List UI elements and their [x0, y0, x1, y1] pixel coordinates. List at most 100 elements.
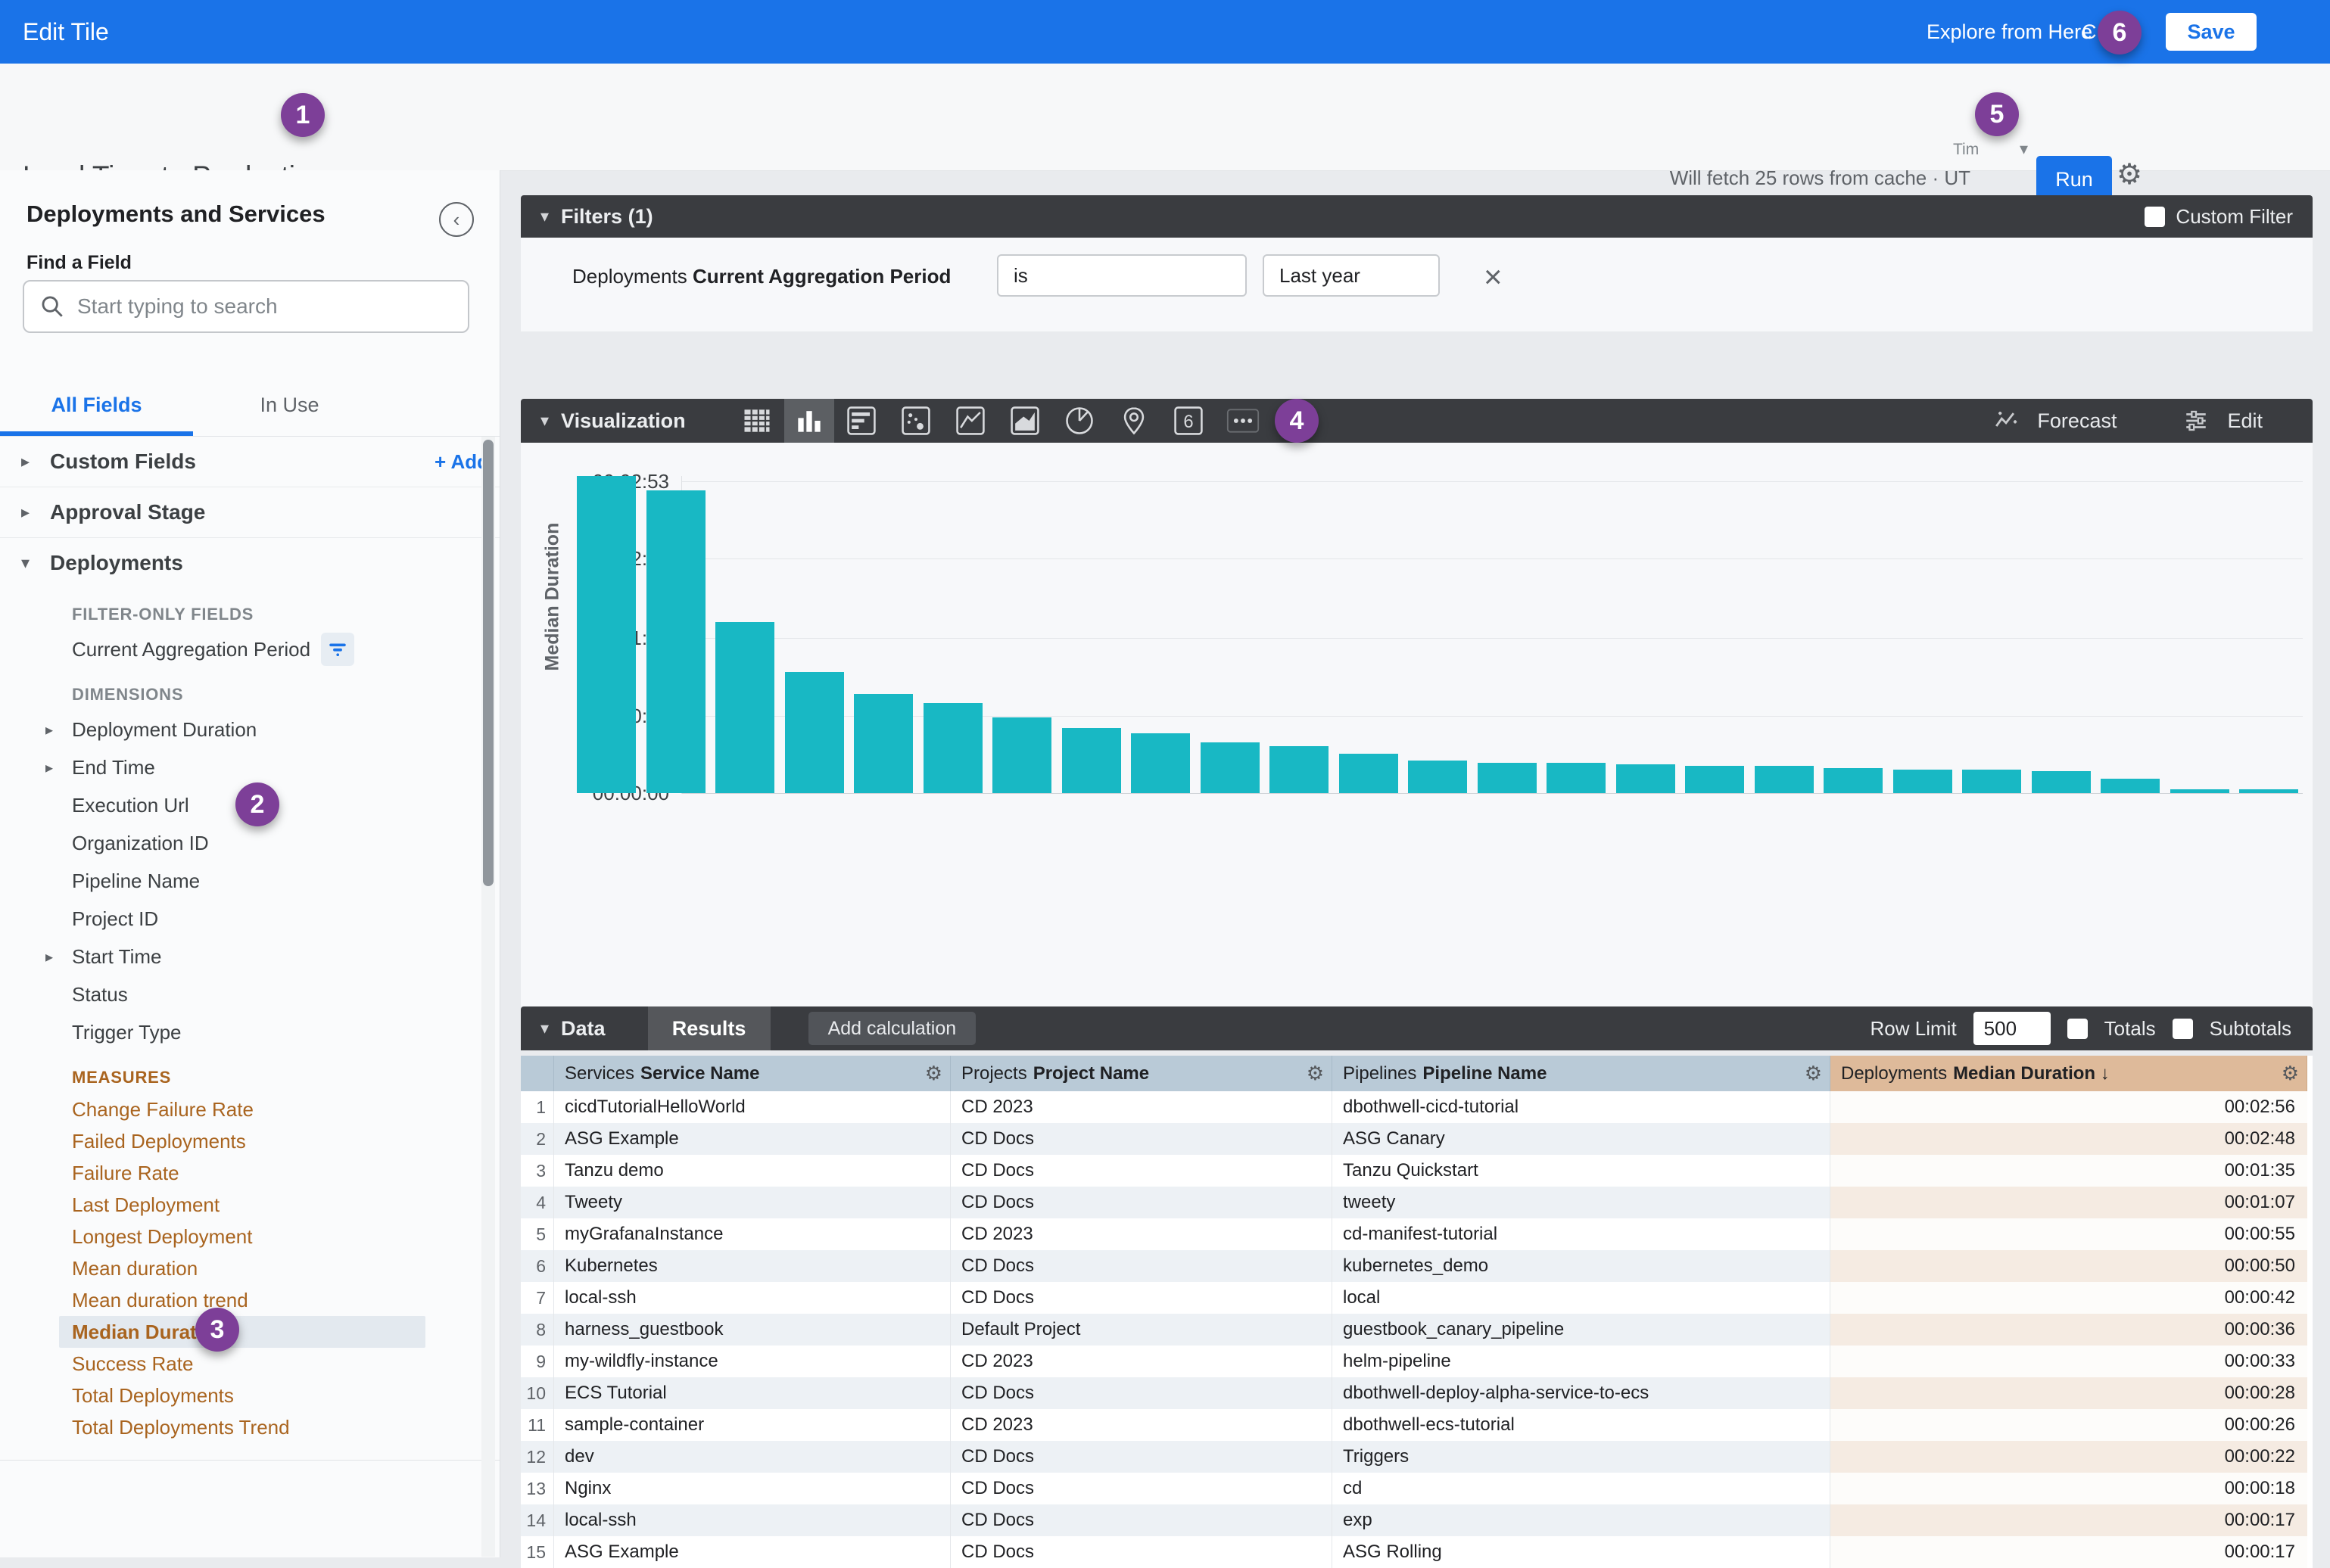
- scrollbar-thumb[interactable]: [483, 440, 494, 886]
- sidebar-scrollbar[interactable]: [481, 437, 495, 1557]
- chart-bar[interactable]: [2170, 789, 2229, 793]
- tab-in-use[interactable]: In Use: [193, 375, 386, 435]
- viz-type-area-icon[interactable]: [998, 399, 1052, 443]
- chart-bar[interactable]: [2101, 779, 2160, 793]
- subtotals-checkbox[interactable]: [2173, 1019, 2193, 1039]
- sidebar-measure-total-deployments[interactable]: Total Deployments: [59, 1380, 425, 1411]
- sidebar-measure-mean-duration[interactable]: Mean duration: [59, 1252, 425, 1284]
- sidebar-dimension-pipeline-name[interactable]: Pipeline Name: [0, 862, 500, 900]
- chart-bar[interactable]: [1685, 766, 1744, 793]
- search-input[interactable]: [76, 294, 442, 319]
- filter-by-field-button[interactable]: [321, 633, 354, 666]
- viz-edit-button[interactable]: Edit: [2227, 409, 2263, 433]
- chart-bar[interactable]: [577, 476, 636, 793]
- sidebar-dimension-organization-id[interactable]: Organization ID: [0, 824, 500, 862]
- chart-bar[interactable]: [715, 622, 774, 793]
- sidebar-measure-total-deployments-trend[interactable]: Total Deployments Trend: [59, 1411, 425, 1443]
- viz-type-pie-icon[interactable]: [1052, 399, 1107, 443]
- table-row[interactable]: 12devCD DocsTriggers00:00:22: [521, 1441, 2313, 1473]
- viz-type-single-value-icon[interactable]: 6: [1161, 399, 1216, 443]
- explore-from-here-link[interactable]: Explore from Here: [1927, 20, 2092, 44]
- column-gear-icon[interactable]: ⚙: [925, 1062, 942, 1085]
- sidebar-dimension-trigger-type[interactable]: Trigger Type: [0, 1013, 500, 1051]
- chart-bar[interactable]: [854, 694, 913, 793]
- group-deployments[interactable]: ▾ Deployments 2: [0, 538, 500, 588]
- tab-all-fields[interactable]: All Fields: [0, 375, 193, 435]
- column-header-project-name[interactable]: ProjectsProject Name⚙: [951, 1056, 1332, 1091]
- sidebar-dimension-deployment-duration[interactable]: ▸Deployment Duration: [0, 711, 500, 748]
- table-row[interactable]: 10ECS TutorialCD Docsdbothwell-deploy-al…: [521, 1377, 2313, 1409]
- query-settings-gear-icon[interactable]: ⚙: [2117, 157, 2142, 191]
- sidebar-field-current-aggregation-period[interactable]: Current Aggregation Period: [0, 630, 500, 668]
- sidebar-dimension-status[interactable]: Status: [0, 975, 500, 1013]
- column-gear-icon[interactable]: ⚙: [1307, 1062, 1324, 1085]
- viz-type-bar-icon[interactable]: [834, 399, 889, 443]
- chart-bar[interactable]: [1062, 728, 1121, 793]
- sidebar-dimension-project-id[interactable]: Project ID: [0, 900, 500, 938]
- sidebar-measure-last-deployment[interactable]: Last Deployment: [59, 1189, 425, 1221]
- column-header-median-duration[interactable]: DeploymentsMedian Duration ↓⚙: [1830, 1056, 2307, 1091]
- table-row[interactable]: 7local-sshCD Docslocal00:00:42: [521, 1282, 2313, 1314]
- chart-bar[interactable]: [1131, 733, 1190, 793]
- chart-bar[interactable]: [1408, 761, 1467, 793]
- sidebar-measure-change-failure-rate[interactable]: Change Failure Rate: [59, 1094, 425, 1125]
- chart-bar[interactable]: [992, 717, 1051, 793]
- table-row[interactable]: 1cicdTutorialHelloWorldCD 2023dbothwell-…: [521, 1091, 2313, 1123]
- table-row[interactable]: 13NginxCD Docscd00:00:18: [521, 1473, 2313, 1504]
- sidebar-dimension-start-time[interactable]: ▸Start Time: [0, 938, 500, 975]
- chart-bar[interactable]: [1893, 770, 1952, 793]
- cancel-button-partial[interactable]: C: [2082, 20, 2097, 44]
- table-row[interactable]: 15ASG ExampleCD DocsASG Rolling00:00:17: [521, 1536, 2313, 1568]
- viz-type-line-icon[interactable]: [943, 399, 998, 443]
- sidebar-measure-longest-deployment[interactable]: Longest Deployment: [59, 1221, 425, 1252]
- add-calculation-button[interactable]: Add calculation: [808, 1012, 977, 1045]
- column-header-pipeline-name[interactable]: PipelinesPipeline Name⚙: [1332, 1056, 1830, 1091]
- column-gear-icon[interactable]: ⚙: [1805, 1062, 1822, 1085]
- chart-bar[interactable]: [1547, 763, 1606, 793]
- chart-bar[interactable]: [1962, 770, 2021, 793]
- totals-checkbox[interactable]: [2067, 1019, 2088, 1039]
- chart-bar[interactable]: [1339, 754, 1398, 793]
- table-row[interactable]: 8harness_guestbookDefault Projectguestbo…: [521, 1314, 2313, 1346]
- chart-bar[interactable]: [646, 490, 706, 793]
- chart-bar[interactable]: [1824, 768, 1883, 793]
- column-gear-icon[interactable]: ⚙: [2282, 1062, 2299, 1085]
- viz-type-scatter-icon[interactable]: [889, 399, 943, 443]
- viz-type-column-icon[interactable]: [784, 399, 834, 443]
- chart-bar[interactable]: [2239, 789, 2298, 793]
- table-row[interactable]: 3Tanzu demoCD DocsTanzu Quickstart00:01:…: [521, 1155, 2313, 1187]
- column-header-service-name[interactable]: ServicesService Name⚙: [554, 1056, 951, 1091]
- chart-bar[interactable]: [2032, 771, 2091, 793]
- sidebar-measure-success-rate[interactable]: Success Rate: [59, 1348, 425, 1380]
- table-row[interactable]: 6KubernetesCD Docskubernetes_demo00:00:5…: [521, 1250, 2313, 1282]
- viz-type-table-icon[interactable]: [730, 399, 784, 443]
- data-section-bar[interactable]: ▾ Data Results Add calculation Row Limit…: [521, 1006, 2313, 1050]
- chart-bar[interactable]: [1478, 763, 1537, 793]
- table-row[interactable]: 2ASG ExampleCD DocsASG Canary00:02:48: [521, 1123, 2313, 1155]
- group-approval-stage[interactable]: ▸ Approval Stage: [0, 487, 500, 538]
- save-button[interactable]: Save: [2166, 13, 2257, 51]
- table-row[interactable]: 14local-sshCD Docsexp00:00:17: [521, 1504, 2313, 1536]
- table-row[interactable]: 11sample-containerCD 2023dbothwell-ecs-t…: [521, 1409, 2313, 1441]
- chart-bar[interactable]: [1755, 766, 1814, 793]
- sidebar-measure-failure-rate[interactable]: Failure Rate: [59, 1157, 425, 1189]
- sidebar-measure-failed-deployments[interactable]: Failed Deployments: [59, 1125, 425, 1157]
- viz-type-more-icon[interactable]: [1216, 399, 1270, 443]
- table-row[interactable]: 4TweetyCD Docstweety00:01:07: [521, 1187, 2313, 1218]
- filter-value-input[interactable]: Last year: [1263, 254, 1440, 297]
- sidebar-dimension-end-time[interactable]: ▸End Time: [0, 748, 500, 786]
- results-tab[interactable]: Results: [648, 1006, 771, 1050]
- chart-bar[interactable]: [1616, 764, 1675, 793]
- viz-type-map-icon[interactable]: [1107, 399, 1161, 443]
- chart-bar[interactable]: [924, 703, 983, 793]
- forecast-button[interactable]: Forecast: [2037, 409, 2117, 433]
- filter-operator-select[interactable]: is: [997, 254, 1247, 297]
- custom-filter-checkbox[interactable]: [2145, 207, 2165, 227]
- row-limit-input[interactable]: [1973, 1012, 2051, 1045]
- visualization-section-bar[interactable]: ▾ Visualization 6 Forecast Edit: [521, 399, 2313, 443]
- group-custom-fields[interactable]: ▸ Custom Fields + Add: [0, 437, 500, 487]
- sidebar-measure-mean-duration-trend[interactable]: Mean duration trend: [59, 1284, 425, 1316]
- sidebar-measure-median-duration[interactable]: Median Duration: [59, 1316, 425, 1348]
- chart-bar[interactable]: [1269, 746, 1329, 793]
- table-row[interactable]: 9my-wildfly-instanceCD 2023helm-pipeline…: [521, 1346, 2313, 1377]
